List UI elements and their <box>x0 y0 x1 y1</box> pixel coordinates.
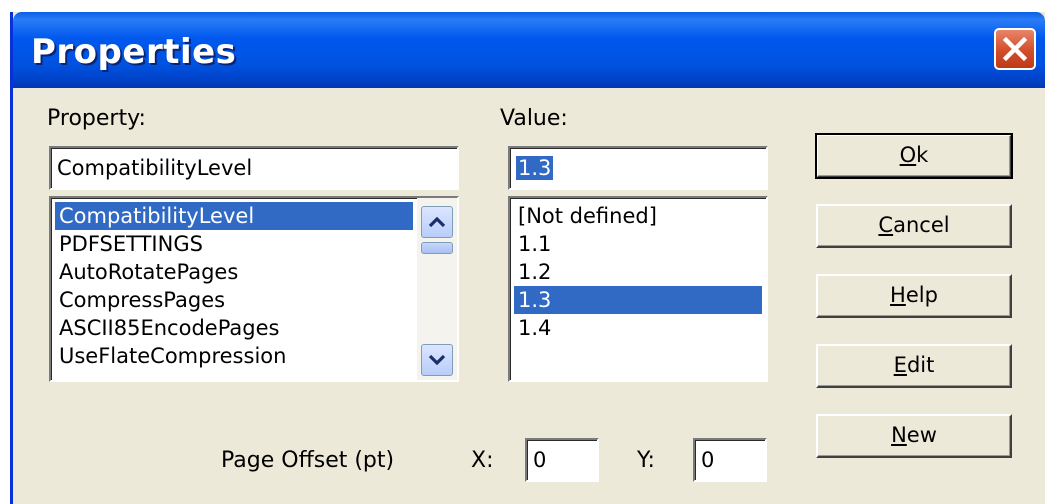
y-label: Y: <box>637 448 655 473</box>
properties-dialog: Properties Property: Value: Compatibilit… <box>10 12 1045 504</box>
close-button[interactable] <box>994 28 1036 70</box>
edit-button[interactable]: Edit <box>816 344 1012 388</box>
page-offset-label: Page Offset (pt) <box>221 448 395 473</box>
value-label: Value: <box>500 106 568 131</box>
value-list-item[interactable]: 1.4 <box>514 314 762 342</box>
property-list-item[interactable]: CompressPages <box>55 286 413 314</box>
x-label: X: <box>471 448 494 473</box>
property-listbox[interactable]: CompatibilityLevel PDFSETTINGS AutoRotateP… <box>49 196 459 382</box>
property-list-item[interactable]: UseFlateCompression <box>55 342 413 370</box>
chevron-up-icon <box>428 216 446 228</box>
scroll-up-button[interactable] <box>421 206 453 238</box>
cancel-button[interactable]: Cancel <box>816 204 1012 248</box>
new-button[interactable]: New <box>816 414 1012 458</box>
value-list-item[interactable]: 1.3 <box>514 286 762 314</box>
property-input-text: CompatibilityLevel <box>57 156 253 180</box>
value-list-item[interactable]: [Not defined] <box>514 202 762 230</box>
y-offset-input[interactable]: 0 <box>693 438 767 482</box>
help-button[interactable]: Help <box>816 274 1012 318</box>
x-offset-input[interactable]: 0 <box>525 438 599 482</box>
value-list-item[interactable]: 1.2 <box>514 258 762 286</box>
scroll-down-button[interactable] <box>421 344 453 376</box>
value-input-text: 1.3 <box>516 156 554 180</box>
value-input[interactable]: 1.3 <box>508 146 768 190</box>
x-offset-value: 0 <box>533 448 547 472</box>
scroll-thumb[interactable] <box>421 242 453 254</box>
property-scrollbar[interactable] <box>417 198 457 380</box>
y-offset-value: 0 <box>701 448 715 472</box>
title-bar[interactable]: Properties <box>13 12 1045 88</box>
property-list-item[interactable]: PDFSETTINGS <box>55 230 413 258</box>
value-list-item[interactable]: 1.1 <box>514 230 762 258</box>
dialog-title: Properties <box>31 32 237 72</box>
property-label: Property: <box>47 106 146 131</box>
property-list-item[interactable]: ASCII85EncodePages <box>55 314 413 342</box>
property-list-item[interactable]: CompatibilityLevel <box>55 202 413 230</box>
property-list-item[interactable]: AutoRotatePages <box>55 258 413 286</box>
value-listbox[interactable]: [Not defined] 1.1 1.2 1.3 1.4 <box>508 196 768 382</box>
property-input[interactable]: CompatibilityLevel <box>49 146 459 190</box>
chevron-down-icon <box>428 354 446 366</box>
close-icon <box>1002 36 1028 62</box>
ok-button[interactable]: Ok <box>815 133 1013 179</box>
